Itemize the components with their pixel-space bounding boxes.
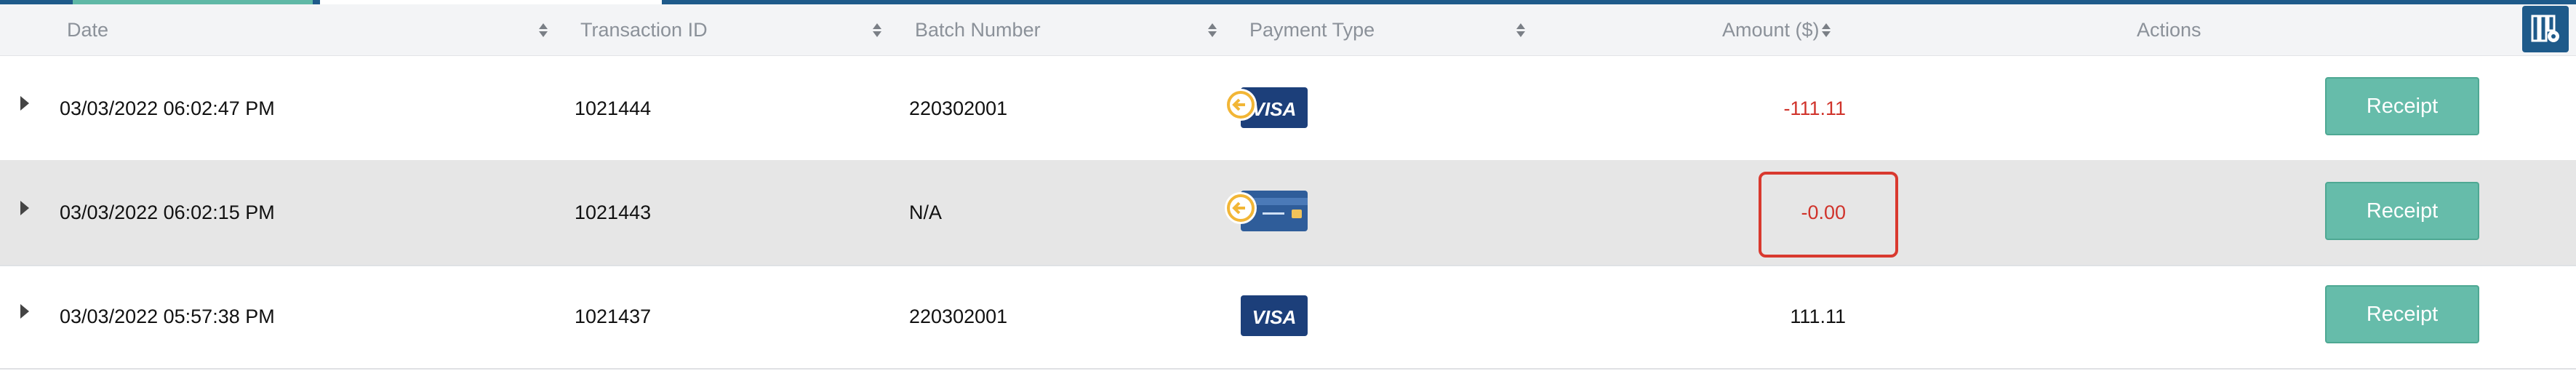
transaction-id-cell: 1021443: [575, 201, 652, 223]
credit-card-refund-icon: [1225, 191, 1308, 231]
column-header-amount[interactable]: Amount ($): [1722, 4, 1820, 55]
expand-row-icon[interactable]: [20, 96, 29, 111]
visa-card-refund-icon: VISA: [1225, 87, 1308, 128]
table-row[interactable]: 03/03/2022 05:57:38 PM 1021437 220302001…: [0, 265, 2576, 370]
column-header-batch-number[interactable]: Batch Number: [915, 4, 1041, 55]
sort-date-icon[interactable]: [538, 22, 548, 39]
column-settings-icon: [2531, 15, 2559, 42]
amount-cell-wrap: -111.11: [1673, 57, 1846, 160]
table-header: Date Transaction ID Batch Number Payment…: [0, 4, 2576, 56]
column-header-date[interactable]: Date: [67, 4, 108, 55]
svg-text:VISA: VISA: [1252, 306, 1297, 328]
batch-number-cell: 220302001: [909, 97, 1008, 119]
amount-cell-wrap: 111.11: [1673, 265, 1846, 368]
receipt-button[interactable]: Receipt: [2325, 285, 2479, 343]
expand-row-icon[interactable]: [20, 201, 29, 215]
receipt-button[interactable]: Receipt: [2325, 77, 2479, 135]
highlighted-amount-annotation: [1759, 172, 1898, 258]
batch-number-cell: 220302001: [909, 305, 1008, 327]
transaction-id-cell: 1021444: [575, 97, 652, 119]
date-cell: 03/03/2022 06:02:47 PM: [60, 97, 275, 119]
sort-payment-type-icon[interactable]: [1516, 22, 1526, 39]
svg-text:VISA: VISA: [1252, 98, 1297, 120]
column-header-actions: Actions: [2137, 18, 2201, 41]
date-cell: 03/03/2022 06:02:15 PM: [60, 201, 275, 223]
column-header-transaction-id[interactable]: Transaction ID: [580, 4, 708, 55]
batch-number-cell: N/A: [909, 201, 943, 223]
receipt-button[interactable]: Receipt: [2325, 182, 2479, 240]
amount-cell: -111.11: [1783, 97, 1846, 119]
expand-row-icon[interactable]: [20, 304, 29, 319]
sort-batch-number-icon[interactable]: [1207, 22, 1217, 39]
sort-transaction-id-icon[interactable]: [872, 22, 882, 39]
amount-cell: 111.11: [1790, 305, 1846, 327]
transaction-id-cell: 1021437: [575, 305, 652, 327]
column-header-payment-type[interactable]: Payment Type: [1249, 4, 1375, 55]
sort-amount-icon[interactable]: [1821, 22, 1831, 39]
table-row[interactable]: 03/03/2022 06:02:15 PM 1021443 N/A -0.00…: [0, 160, 2576, 266]
visa-card-icon: VISA: [1241, 295, 1308, 336]
date-cell: 03/03/2022 05:57:38 PM: [60, 305, 275, 327]
column-settings-button[interactable]: [2522, 6, 2569, 52]
table-row[interactable]: 03/03/2022 06:02:47 PM 1021444 220302001…: [0, 57, 2576, 161]
